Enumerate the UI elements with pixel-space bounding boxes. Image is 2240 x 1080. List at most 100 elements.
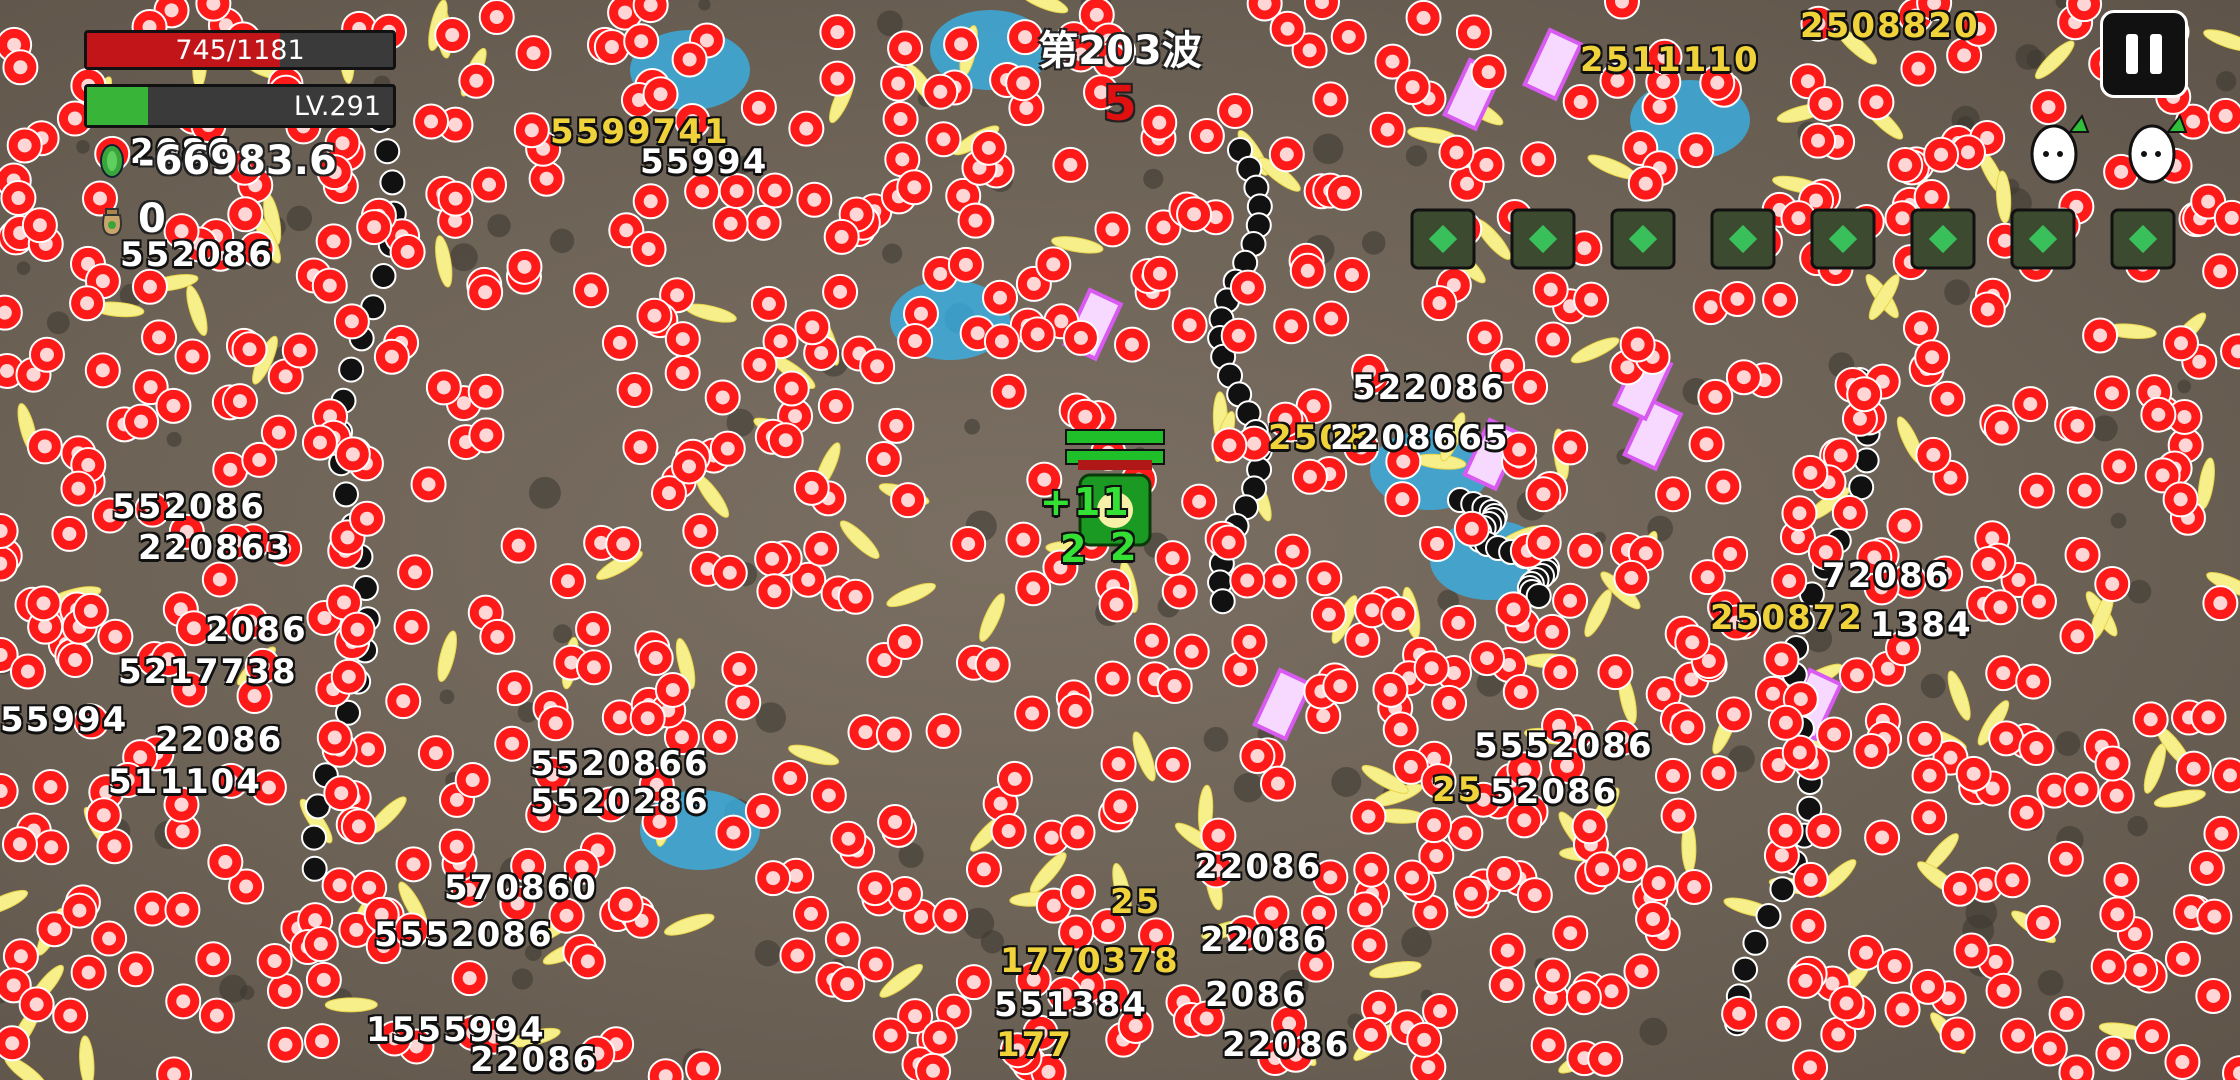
red-bullet bbox=[1181, 483, 1218, 520]
red-bullet bbox=[241, 441, 278, 478]
red-bullet bbox=[915, 1052, 952, 1080]
red-bullet bbox=[425, 369, 462, 406]
red-bullet bbox=[1613, 559, 1650, 596]
red-bullet bbox=[2018, 472, 2055, 509]
red-bullet bbox=[1676, 868, 1713, 905]
dark-orb bbox=[1769, 876, 1796, 903]
debris bbox=[553, 624, 573, 644]
red-bullet bbox=[1800, 122, 1837, 159]
red-bullet bbox=[1369, 111, 1406, 148]
red-bullet bbox=[2064, 536, 2101, 573]
supply-crate-icon bbox=[1610, 208, 1676, 270]
red-bullet bbox=[1781, 734, 1818, 771]
red-bullet bbox=[682, 513, 719, 550]
red-bullet bbox=[637, 640, 674, 677]
red-bullet bbox=[1261, 563, 1298, 600]
red-bullet bbox=[750, 285, 787, 322]
damage-number: 25 bbox=[1432, 770, 1484, 810]
red-bullet bbox=[1347, 891, 1384, 928]
supply-crate-icon bbox=[1410, 208, 1476, 270]
red-bullet bbox=[1171, 307, 1208, 344]
red-bullet bbox=[1231, 623, 1268, 660]
red-bullet bbox=[654, 671, 691, 708]
red-bullet bbox=[1325, 174, 1362, 211]
red-bullet bbox=[1306, 560, 1343, 597]
red-bullet bbox=[1853, 732, 1890, 769]
debris bbox=[1312, 133, 1344, 165]
red-bullet bbox=[2203, 815, 2240, 852]
red-bullet bbox=[0, 773, 19, 810]
red-bullet bbox=[2195, 977, 2232, 1014]
red-bullet bbox=[1310, 596, 1347, 633]
red-bullet bbox=[1552, 915, 1589, 952]
red-bullet bbox=[647, 1058, 684, 1080]
red-bullet bbox=[2008, 794, 2045, 831]
red-bullet bbox=[886, 876, 923, 913]
red-bullet bbox=[1792, 454, 1829, 491]
supply-crate-icon bbox=[1710, 208, 1776, 270]
red-bullet bbox=[1627, 165, 1664, 202]
debris bbox=[1920, 673, 1946, 699]
red-bullet bbox=[2047, 840, 2084, 877]
red-bullet bbox=[1495, 591, 1532, 628]
red-bullet bbox=[1173, 633, 1210, 670]
debris bbox=[76, 140, 90, 154]
red-bullet bbox=[996, 760, 1033, 797]
red-bullet bbox=[1, 826, 38, 863]
red-bullet bbox=[1887, 147, 1924, 184]
red-bullet bbox=[1900, 50, 1937, 87]
red-bullet bbox=[1525, 524, 1562, 561]
bag-value: 0 bbox=[138, 196, 166, 242]
red-bullet bbox=[1985, 655, 2022, 692]
red-bullet bbox=[1062, 319, 1099, 356]
debris bbox=[528, 476, 561, 509]
debris bbox=[2037, 970, 2064, 996]
energy-slash bbox=[437, 630, 458, 683]
energy-slash bbox=[1995, 170, 2012, 224]
debris bbox=[487, 214, 511, 238]
red-bullet bbox=[395, 846, 432, 883]
red-bullet bbox=[2018, 730, 2055, 767]
red-bullet bbox=[824, 921, 861, 958]
red-bullet bbox=[266, 972, 303, 1009]
red-bullet bbox=[2094, 745, 2131, 782]
experience-bar-fill bbox=[87, 87, 149, 125]
red-bullet bbox=[1858, 84, 1895, 121]
damage-number: 2 bbox=[1060, 527, 1089, 571]
red-bullet bbox=[1291, 458, 1328, 495]
red-bullet bbox=[85, 797, 122, 834]
red-bullet bbox=[1188, 118, 1225, 155]
red-bullet bbox=[1988, 720, 2025, 757]
red-bullet bbox=[925, 713, 962, 750]
red-bullet bbox=[1094, 660, 1131, 697]
red-bullet bbox=[2048, 995, 2085, 1032]
red-bullet bbox=[256, 943, 293, 980]
energy-slash bbox=[886, 582, 936, 608]
red-bullet bbox=[496, 670, 533, 707]
red-bullet bbox=[957, 202, 994, 239]
red-bullet bbox=[1229, 269, 1266, 306]
red-bullet bbox=[1669, 709, 1706, 746]
red-bullet bbox=[857, 946, 894, 983]
red-bullet bbox=[434, 17, 471, 54]
red-bullet bbox=[767, 422, 804, 459]
egg-upgrade-icon[interactable] bbox=[2124, 110, 2188, 186]
red-bullet bbox=[601, 324, 638, 361]
egg-upgrade-icon[interactable] bbox=[2026, 110, 2090, 186]
red-bullet bbox=[438, 828, 475, 865]
red-bullet bbox=[413, 103, 450, 140]
supply-crate-icon bbox=[1910, 208, 1976, 270]
pause-button[interactable] bbox=[2100, 10, 2188, 98]
red-bullet bbox=[316, 719, 353, 756]
debris bbox=[1405, 145, 1428, 167]
debris bbox=[1143, 168, 1164, 189]
red-bullet bbox=[1211, 427, 1248, 464]
red-bullet bbox=[1552, 429, 1589, 466]
red-bullet bbox=[636, 297, 673, 334]
red-bullet bbox=[1154, 746, 1191, 783]
red-bullet bbox=[33, 829, 70, 866]
red-bullet bbox=[755, 860, 792, 897]
supply-crate-icon bbox=[1810, 208, 1876, 270]
red-bullet bbox=[60, 470, 97, 507]
dark-orb bbox=[374, 138, 401, 165]
